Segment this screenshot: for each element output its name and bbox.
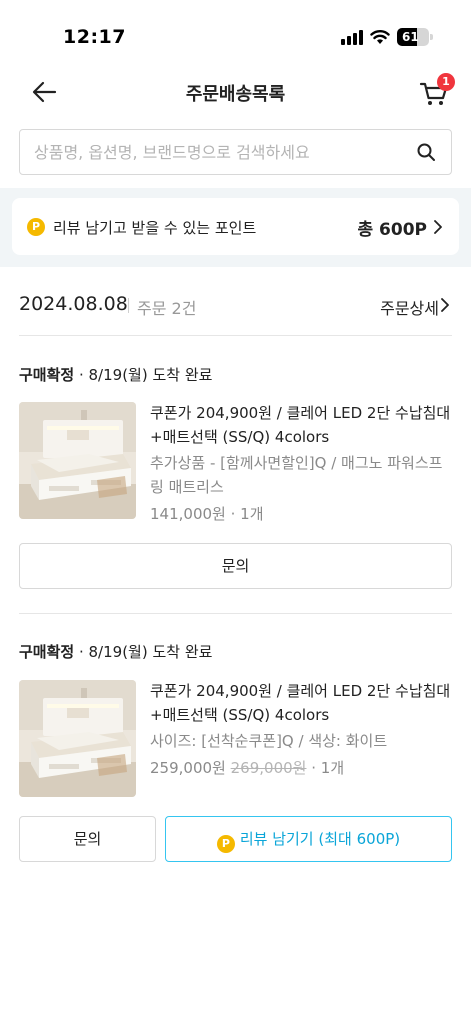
divider: [19, 335, 452, 336]
status-icons: 61: [341, 28, 433, 46]
product-thumbnail[interactable]: [19, 680, 136, 797]
purchase-status: 구매확정: [19, 643, 75, 661]
point-coin-icon: P: [216, 835, 235, 853]
product-option: 사이즈: [선착순쿠폰]Q / 색상: 화이트: [150, 732, 388, 750]
point-banner-section: P 리뷰 남기고 받을 수 있는 포인트 총 600P: [0, 188, 471, 267]
product-price: 141,000원 · 1개: [150, 503, 264, 524]
review-point-banner[interactable]: P 리뷰 남기고 받을 수 있는 포인트 총 600P: [12, 198, 459, 255]
status-bar: 12:17 61: [0, 0, 471, 70]
page-title: 주문배송목록: [185, 84, 286, 105]
product-price: 259,000원 269,000원 · 1개: [150, 757, 344, 778]
status-time: 12:17: [63, 26, 126, 48]
price: 259,000원: [150, 759, 226, 777]
header: 주문배송목록 1: [0, 70, 471, 114]
product-name[interactable]: 쿠폰가 204,900원 / 클레어 LED 2단 수납침대+매트선택 (SS/…: [150, 679, 455, 727]
quantity: · 1개: [306, 759, 345, 777]
chevron-right-icon: [434, 220, 442, 234]
battery-level: 61: [402, 30, 419, 44]
chevron-right-icon[interactable]: [440, 298, 450, 312]
bed-product-image: [19, 680, 136, 797]
cart-count-badge: 1: [437, 73, 455, 91]
product-thumbnail[interactable]: [19, 402, 136, 519]
divider: [128, 298, 129, 313]
bed-product-image: [19, 402, 136, 519]
order-detail-link[interactable]: 주문상세: [380, 295, 439, 319]
original-price: 269,000원: [230, 759, 307, 777]
write-review-label: 리뷰 남기기 (최대 600P): [239, 830, 401, 848]
search-bar: [19, 129, 452, 175]
item-status: 구매확정 · 8/19(월) 도착 완료: [19, 364, 212, 385]
order-count: 주문 2건: [137, 299, 197, 318]
search-input[interactable]: [34, 130, 414, 174]
product-name[interactable]: 쿠폰가 204,900원 / 클레어 LED 2단 수납침대+매트선택 (SS/…: [150, 401, 455, 449]
quantity: · 1개: [225, 505, 264, 523]
divider: [19, 613, 452, 614]
item-status: 구매확정 · 8/19(월) 도착 완료: [19, 641, 212, 662]
write-review-button[interactable]: P 리뷰 남기기 (최대 600P): [165, 816, 452, 862]
price: 141,000원: [150, 505, 226, 523]
product-option: 추가상품 - [함께사면할인]Q / 매그노 파워스프링 매트리스: [150, 454, 443, 496]
inquiry-button[interactable]: 문의: [19, 816, 156, 862]
point-banner-label: 리뷰 남기고 받을 수 있는 포인트: [53, 219, 257, 237]
purchase-status: 구매확정: [19, 366, 75, 384]
point-coin-icon: P: [27, 218, 45, 236]
battery-icon: 61: [397, 28, 433, 46]
order-date: 2024.08.08: [19, 293, 128, 315]
inquiry-button[interactable]: 문의: [19, 543, 452, 589]
search-icon[interactable]: [416, 142, 436, 162]
delivery-status: · 8/19(월) 도착 완료: [74, 643, 213, 661]
point-total: 총 600P: [357, 220, 427, 240]
cellular-signal-icon: [341, 29, 363, 45]
wifi-icon: [370, 30, 390, 44]
delivery-status: · 8/19(월) 도착 완료: [74, 366, 213, 384]
